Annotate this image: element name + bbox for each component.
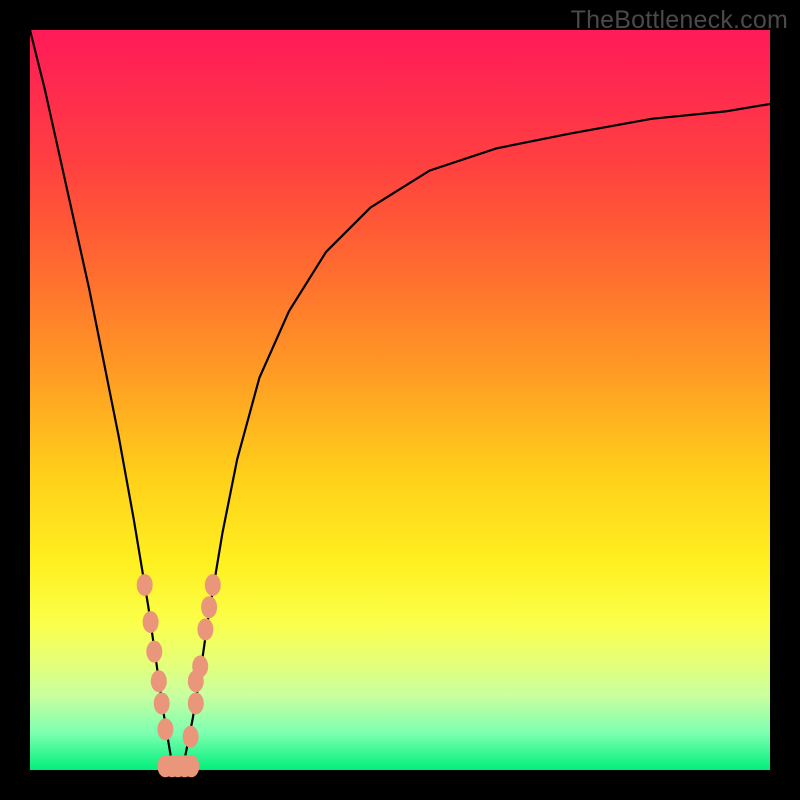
marker-dot bbox=[157, 718, 173, 740]
curve-line bbox=[30, 30, 770, 770]
marker-dot bbox=[183, 726, 199, 748]
marker-dot bbox=[154, 692, 170, 714]
marker-dot bbox=[137, 574, 153, 596]
marker-dot bbox=[146, 641, 162, 663]
marker-dot bbox=[188, 692, 204, 714]
chart-svg bbox=[30, 30, 770, 770]
marker-dot bbox=[192, 655, 208, 677]
marker-dot bbox=[205, 574, 221, 596]
chart-plot-area bbox=[30, 30, 770, 770]
watermark-text: TheBottleneck.com bbox=[571, 6, 788, 35]
marker-dot bbox=[151, 670, 167, 692]
marker-dot bbox=[183, 755, 199, 777]
chart-frame: TheBottleneck.com bbox=[0, 0, 800, 800]
marker-dot bbox=[197, 618, 213, 640]
bottleneck-curve bbox=[30, 30, 770, 770]
marker-dot bbox=[143, 611, 159, 633]
marker-dot bbox=[201, 596, 217, 618]
highlight-dots bbox=[137, 574, 221, 777]
